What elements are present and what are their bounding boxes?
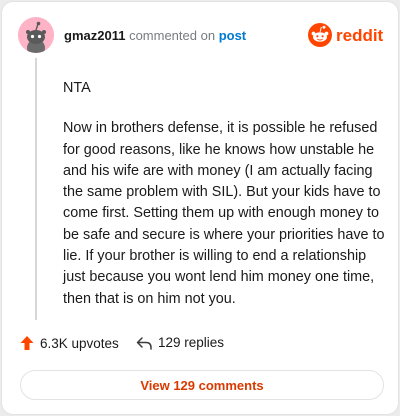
comment-header: gmaz2011 commented on post reddit [18,17,384,53]
replies-button[interactable]: 129 replies [136,335,224,350]
username[interactable]: gmaz2011 [64,28,125,43]
view-comments-button[interactable]: View 129 comments [20,370,384,400]
reply-arrow-icon [136,336,152,350]
snoo-avatar-icon[interactable] [18,17,54,53]
replies-count: 129 replies [158,335,225,350]
reddit-logo[interactable]: reddit [308,21,384,49]
comment-paragraph: Now in brothers defense, it is possible … [63,120,385,307]
post-link[interactable]: post [219,28,246,43]
comment-card: gmaz2011 commented on post reddit NTA No… [1,1,399,415]
author-line: gmaz2011 commented on post [64,28,246,43]
comment-paragraph: NTA [63,80,91,96]
reddit-logo-icon [308,23,332,47]
action-text: commented on [129,28,216,43]
comment-footer: 6.3K upvotes 129 replies [20,335,380,355]
upvote-arrow-icon [20,336,34,350]
upvote-button[interactable]: 6.3K upvotes [20,335,119,351]
brand-name: reddit [336,26,384,45]
upvote-count: 6.3K upvotes [40,335,119,351]
comment-body: NTA Now in brothers defense, it is possi… [63,78,385,310]
thread-line[interactable] [35,58,37,320]
